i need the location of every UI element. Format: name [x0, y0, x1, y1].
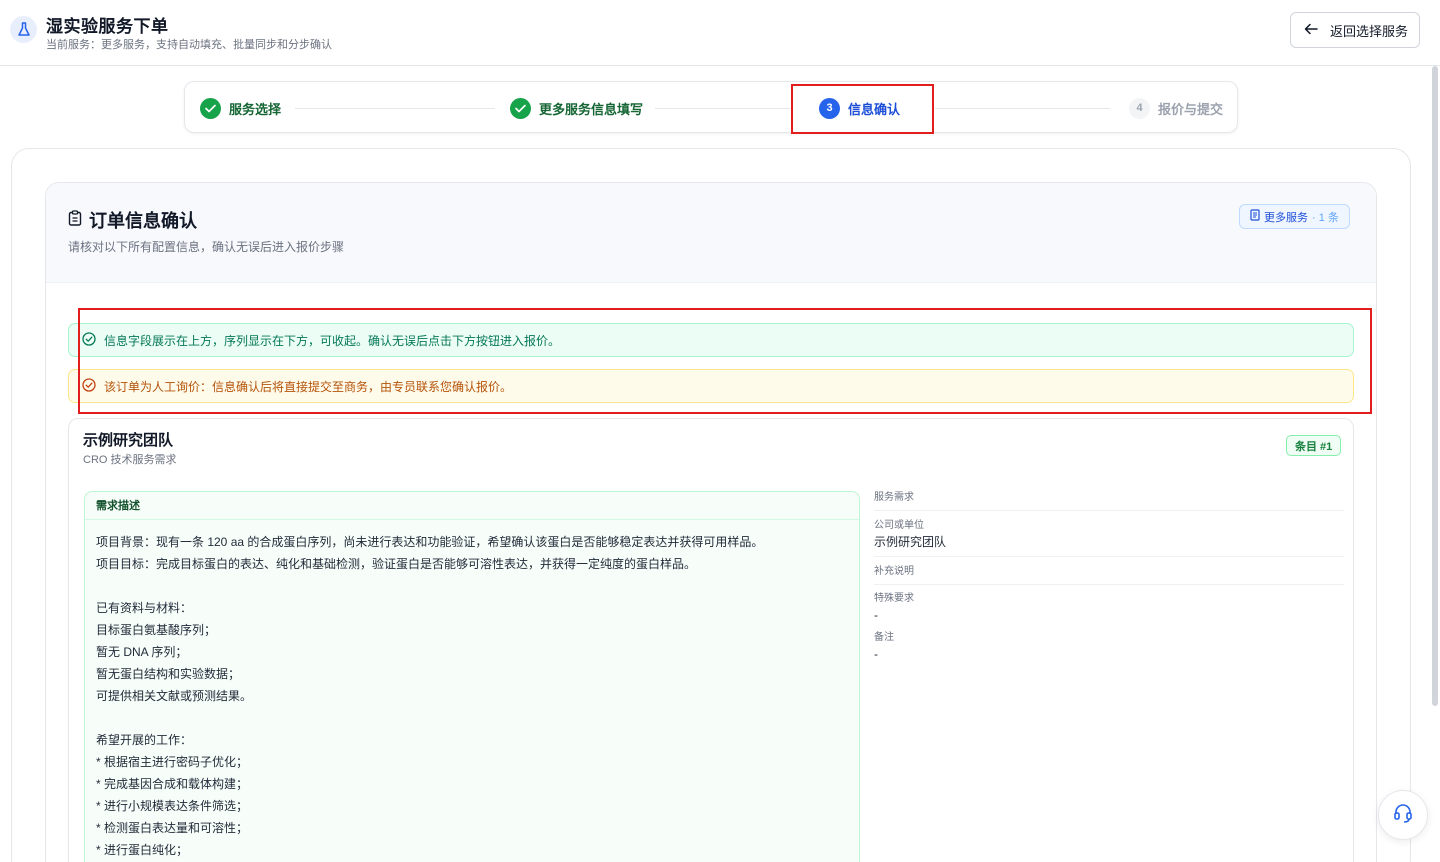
requirement-line: * 完成基因合成和载体构建； — [96, 777, 249, 791]
headset-icon — [1392, 802, 1414, 829]
field-label: 公司或单位 — [874, 520, 924, 531]
back-button-label: 返回选择服务 — [1330, 23, 1409, 39]
top-header: 湿实验服务下单 当前服务：更多服务，支持自动填充、批量同步和分步确认 返回选择服… — [0, 0, 1440, 66]
requirement-line: * 检测蛋白表达量和可溶性； — [96, 821, 249, 835]
side-info-panel: 服务需求 公司或单位 示例研究团队 补充说明 特殊要求 - 备注 - — [874, 489, 1344, 663]
requirement-line: * 进行小规模表达条件筛选； — [96, 799, 249, 813]
team-name: 示例研究团队 — [83, 432, 174, 449]
document-icon — [1250, 209, 1260, 224]
order-card-header: 订单信息确认 请核对以下所有配置信息，确认无误后进入报价步骤 更多服务 · 1 … — [46, 183, 1376, 283]
requirement-line: 已有资料与材料： — [96, 601, 193, 615]
requirement-line — [96, 707, 848, 729]
back-to-services-button[interactable]: 返回选择服务 — [1290, 12, 1420, 48]
field-label: 补充说明 — [874, 566, 914, 577]
check-icon — [510, 97, 531, 119]
field-label: 备注 — [874, 632, 894, 643]
service-badge-label: 更多服务 — [1264, 211, 1308, 224]
requirement-title: 需求描述 — [85, 492, 859, 520]
requirement-line: * 根据宿主进行密码子优化； — [96, 755, 249, 769]
support-button[interactable] — [1378, 790, 1428, 840]
step-quote-submit[interactable]: 4 报价与提交 — [1129, 97, 1223, 119]
step-more-info[interactable]: 更多服务信息填写 — [510, 97, 643, 119]
page-scrollbar[interactable] — [1432, 66, 1438, 706]
requirement-line: 目标蛋白氨基酸序列； — [96, 623, 217, 637]
highlight-box — [78, 308, 1372, 414]
service-badge[interactable]: 更多服务 · 1 条 — [1239, 204, 1350, 229]
item-number-badge: 条目 #1 — [1286, 435, 1342, 456]
requirement-line: 暂无 DNA 序列； — [96, 645, 188, 659]
field-supplement: 补充说明 — [874, 557, 1344, 585]
step-connector — [935, 108, 1110, 109]
field-value: - — [874, 608, 878, 622]
requirement-line: 项目背景：现有一条 120 aa 的合成蛋白序列，尚未进行表达和功能验证，希望确… — [96, 535, 764, 549]
order-title: 订单信息确认 — [68, 207, 197, 233]
field-label: 服务需求 — [874, 492, 914, 503]
flask-icon — [10, 16, 37, 43]
field-value: 示例研究团队 — [874, 535, 947, 549]
team-item-card: 示例研究团队 CRO 技术服务需求 条目 #1 需求描述 项目背景：现有一条 1… — [68, 418, 1354, 862]
page-subtitle: 当前服务：更多服务，支持自动填充、批量同步和分步确认 — [46, 39, 332, 51]
requirement-line: 希望开展的工作： — [96, 733, 193, 747]
order-subtitle: 请核对以下所有配置信息，确认无误后进入报价步骤 — [68, 240, 345, 254]
step-service-select[interactable]: 服务选择 — [200, 97, 281, 119]
field-label: 特殊要求 — [874, 593, 914, 604]
page-title: 湿实验服务下单 — [46, 17, 169, 36]
step-number: 4 — [1129, 97, 1150, 119]
requirement-line — [96, 575, 848, 597]
field-service-requirement: 服务需求 — [874, 489, 1344, 511]
clipboard-icon — [68, 209, 82, 231]
step-connector — [655, 108, 790, 109]
requirement-line: * 进行蛋白纯化； — [96, 843, 189, 857]
requirement-line: 暂无蛋白结构和实验数据； — [96, 667, 241, 681]
highlight-box — [791, 84, 934, 134]
order-title-text: 订单信息确认 — [89, 211, 197, 231]
requirement-line: 可提供相关文献或预测结果。 — [96, 689, 253, 703]
field-special-requirement: 特殊要求 - — [874, 585, 1344, 624]
step-connector — [295, 108, 495, 109]
field-company: 公司或单位 示例研究团队 — [874, 511, 1344, 557]
progress-stepper: 服务选择 更多服务信息填写 3 信息确认 4 报价与提交 — [184, 81, 1238, 133]
service-badge-count: · 1 条 — [1312, 211, 1339, 224]
team-service-type: CRO 技术服务需求 — [83, 454, 177, 466]
step-label: 更多服务信息填写 — [539, 101, 644, 117]
field-remarks: 备注 - — [874, 624, 1344, 663]
requirement-body: 项目背景：现有一条 120 aa 的合成蛋白序列，尚未进行表达和功能验证，希望确… — [85, 520, 859, 861]
field-value: - — [874, 647, 878, 661]
check-icon — [200, 97, 221, 119]
requirement-box: 需求描述 项目背景：现有一条 120 aa 的合成蛋白序列，尚未进行表达和功能验… — [84, 491, 860, 862]
requirement-line: 项目目标：完成目标蛋白的表达、纯化和基础检测，验证蛋白是否能够可溶性表达，并获得… — [96, 557, 697, 571]
step-label: 服务选择 — [229, 101, 282, 117]
arrow-left-icon — [1304, 23, 1318, 38]
step-label: 报价与提交 — [1158, 101, 1224, 117]
